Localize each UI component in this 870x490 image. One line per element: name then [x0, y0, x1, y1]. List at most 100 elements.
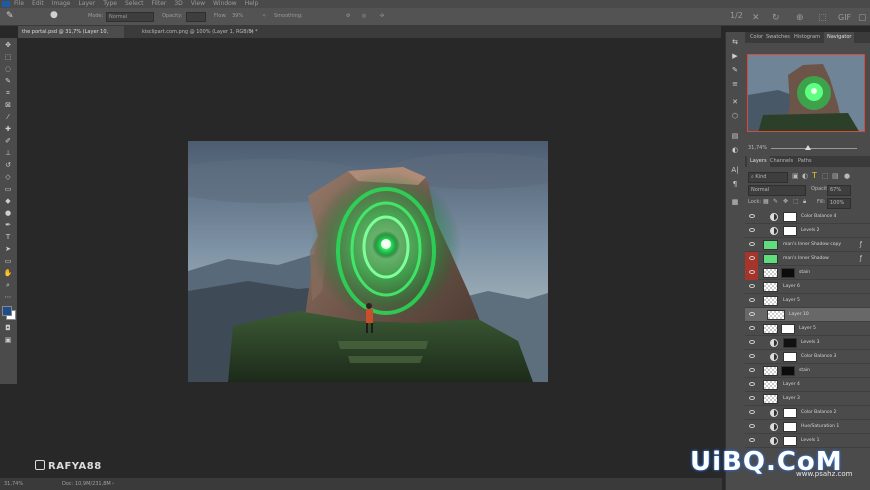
document-canvas[interactable]: [188, 141, 548, 382]
layer-name[interactable]: Color Balance 4: [801, 214, 836, 219]
fill-field[interactable]: 100%: [827, 198, 851, 209]
lock-all-icon[interactable]: 🔒︎: [803, 198, 806, 206]
filter-toggle-icon[interactable]: ●: [844, 172, 850, 180]
layer-name[interactable]: Color Balance 3: [801, 354, 836, 359]
layer-name[interactable]: Levels 3: [801, 340, 820, 345]
layer-row[interactable]: Levels 1: [745, 434, 870, 448]
layer-thumbnail[interactable]: [763, 324, 778, 334]
layer-effects-icon[interactable]: ƒ: [860, 255, 862, 262]
layer-mask-thumbnail[interactable]: [783, 352, 797, 362]
layer-mask-thumbnail[interactable]: [783, 212, 797, 222]
layer-thumbnail[interactable]: [763, 366, 778, 376]
lock-artboard-icon[interactable]: ⬚: [793, 198, 799, 205]
gradient-tool-icon[interactable]: ▭: [3, 185, 13, 193]
kind-filter[interactable]: ⌕ Kind: [748, 172, 788, 183]
brush-settings-icon[interactable]: ✎: [730, 66, 740, 75]
menu-file[interactable]: File: [14, 0, 24, 8]
layer-row[interactable]: Color Balance 2: [745, 406, 870, 420]
frame-tool-icon[interactable]: ⊠: [3, 101, 13, 109]
layer-thumbnail[interactable]: [763, 380, 778, 390]
tab-channels[interactable]: Channels: [767, 156, 796, 167]
layer-row[interactable]: Layer 5: [745, 322, 870, 336]
brush-preset-icon[interactable]: ●: [50, 10, 58, 20]
shape-tool-icon[interactable]: ▭: [3, 257, 13, 265]
layer-row[interactable]: Color Balance 3: [745, 350, 870, 364]
rotate-icon[interactable]: ↻: [772, 13, 780, 23]
visibility-toggle[interactable]: [745, 336, 758, 350]
layer-row[interactable]: stain: [745, 364, 870, 378]
flow-value[interactable]: 39%: [232, 13, 243, 19]
visibility-toggle[interactable]: [745, 224, 758, 238]
layer-thumbnail[interactable]: [763, 268, 778, 278]
cube-icon[interactable]: ⬡: [730, 112, 740, 121]
hand-tool-icon[interactable]: ✋: [3, 269, 13, 277]
history-brush-icon[interactable]: ↺: [3, 161, 13, 169]
menu-window[interactable]: Window: [213, 0, 237, 8]
shape-filter-icon[interactable]: ⬚: [822, 172, 829, 180]
layer-name[interactable]: stain: [799, 270, 810, 275]
zoom-level[interactable]: 31,74%: [4, 478, 23, 490]
visibility-toggle[interactable]: [745, 378, 758, 392]
menu-3d[interactable]: 3D: [174, 0, 182, 8]
status-arrow-icon[interactable]: ›: [112, 478, 114, 490]
menu-type[interactable]: Type: [103, 0, 117, 8]
layer-effects-icon[interactable]: ƒ: [860, 241, 862, 248]
layer-name[interactable]: Layer 5: [783, 298, 800, 303]
dodge-tool-icon[interactable]: ●: [3, 209, 13, 217]
screen-mode-icon[interactable]: ▣: [3, 336, 13, 344]
visibility-toggle[interactable]: [745, 406, 758, 420]
visibility-toggle[interactable]: [745, 308, 758, 322]
menu-image[interactable]: Image: [52, 0, 71, 8]
blend-mode-dropdown[interactable]: Normal: [748, 185, 806, 196]
layer-thumbnail[interactable]: [763, 254, 778, 264]
layer-name[interactable]: Hue/Saturation 1: [801, 424, 839, 429]
visibility-toggle[interactable]: [745, 252, 758, 266]
layer-name[interactable]: Levels 2: [801, 228, 820, 233]
tab-kisclipart[interactable]: kisclipart.com.png @ 100% (Layer 1, RGB/…: [138, 26, 258, 38]
adjust-icon[interactable]: ≡: [730, 80, 740, 89]
menu-edit[interactable]: Edit: [32, 0, 44, 8]
visibility-toggle[interactable]: [745, 294, 758, 308]
layer-mask-thumbnail[interactable]: [783, 408, 797, 418]
quick-select-tool-icon[interactable]: ✎: [3, 77, 13, 85]
brush-tool-icon[interactable]: ✎: [6, 11, 14, 21]
type-tool-icon[interactable]: T: [3, 233, 13, 241]
tab-histogram[interactable]: Histogram: [791, 32, 823, 43]
layer-name[interactable]: stain: [799, 368, 810, 373]
navigator-thumbnail[interactable]: [747, 54, 865, 132]
navigator-slider-thumb[interactable]: [805, 145, 811, 150]
layer-thumbnail[interactable]: [763, 394, 778, 404]
pixel-filter-icon[interactable]: ▣: [792, 172, 799, 180]
properties-icon[interactable]: ▤: [730, 132, 740, 141]
layer-name[interactable]: Levels 1: [801, 438, 820, 443]
close-x-icon[interactable]: ✕: [752, 13, 760, 23]
layer-name[interactable]: man's Inner Shadow copy: [783, 242, 841, 247]
type-filter-icon[interactable]: T: [812, 171, 817, 180]
tools-x-icon[interactable]: ✕: [730, 98, 740, 107]
layer-name[interactable]: Color Balance 2: [801, 410, 836, 415]
eyedropper-tool-icon[interactable]: ⁄: [3, 113, 13, 121]
tab-paths[interactable]: Paths: [795, 156, 815, 167]
layer-mask-thumbnail[interactable]: [781, 324, 795, 334]
smart-filter-icon[interactable]: ▤: [832, 172, 839, 180]
layer-row[interactable]: Color Balance 4: [745, 210, 870, 224]
menu-select[interactable]: Select: [125, 0, 144, 8]
opacity-field[interactable]: [186, 12, 206, 22]
layer-row[interactable]: man's Inner Shadow ƒ: [745, 252, 870, 266]
layer-row[interactable]: Layer 6: [745, 280, 870, 294]
pressure-icon[interactable]: ◎: [362, 13, 366, 19]
adjustments-icon[interactable]: ◐: [730, 146, 740, 155]
visibility-toggle[interactable]: [745, 420, 758, 434]
pen-tool-icon[interactable]: ✒: [3, 221, 13, 229]
layer-name[interactable]: Layer 10: [789, 312, 809, 317]
navigator-zoom-slider[interactable]: [771, 148, 857, 149]
visibility-toggle[interactable]: [745, 364, 758, 378]
move-tool-icon[interactable]: ✥: [3, 41, 13, 49]
visibility-toggle[interactable]: [745, 210, 758, 224]
menu-view[interactable]: View: [191, 0, 205, 8]
layer-row[interactable]: Levels 3: [745, 336, 870, 350]
healing-tool-icon[interactable]: ✚: [3, 125, 13, 133]
layer-name[interactable]: Layer 3: [783, 396, 800, 401]
layer-mask-thumbnail[interactable]: [783, 338, 797, 348]
layer-row[interactable]: Hue/Saturation 1: [745, 420, 870, 434]
